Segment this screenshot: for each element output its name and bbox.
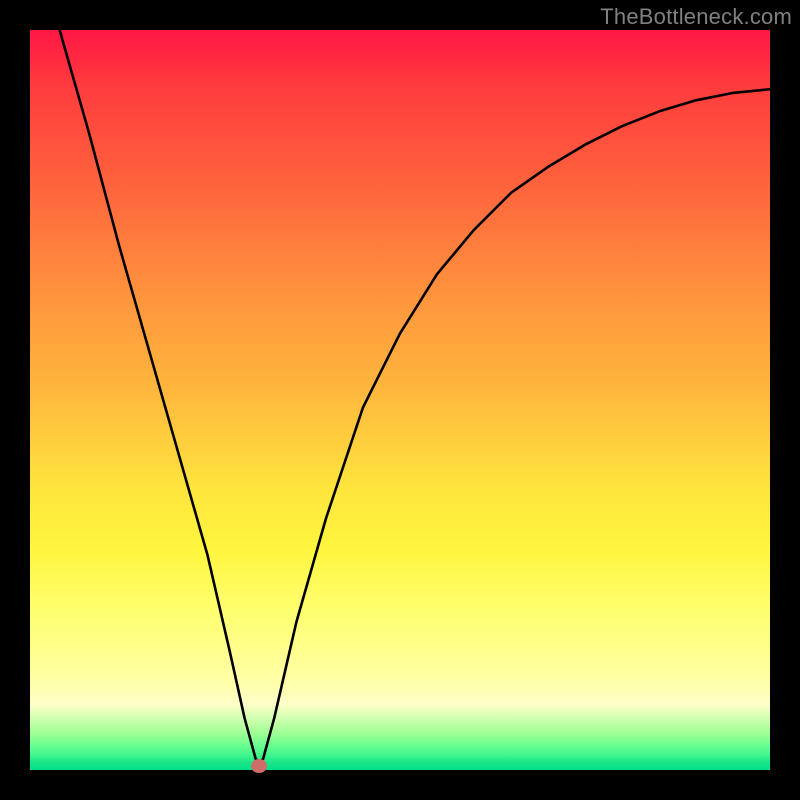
- bottleneck-curve: [30, 30, 770, 770]
- minimum-marker: [251, 759, 267, 773]
- chart-container: TheBottleneck.com: [0, 0, 800, 800]
- plot-area: [30, 30, 770, 770]
- watermark-text: TheBottleneck.com: [600, 4, 792, 30]
